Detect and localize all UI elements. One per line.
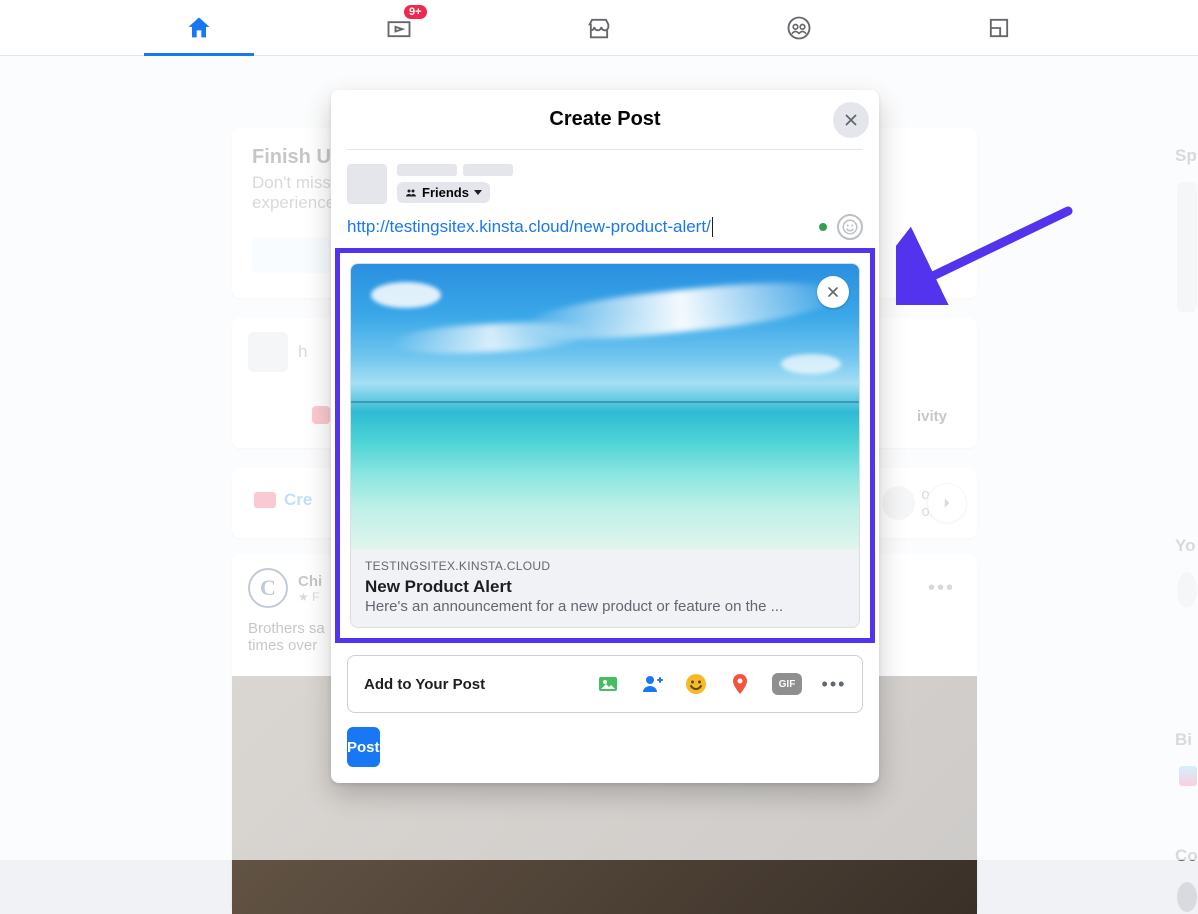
marketplace-icon [585,14,613,42]
create-post-modal: Create Post Friends http://testingsitex.… [331,90,879,783]
nav-marketplace[interactable] [544,1,654,55]
author-avatar [347,164,387,204]
remove-preview-button[interactable] [817,276,849,308]
close-icon [825,284,841,300]
preview-title: New Product Alert [365,577,845,597]
compose-text: http://testingsitex.kinsta.cloud/new-pro… [347,217,711,236]
location-icon [728,672,752,696]
close-button[interactable] [833,102,869,138]
preview-description: Here's an announcement for a new product… [365,598,845,615]
preview-domain: TESTINGSITEX.KINSTA.CLOUD [365,559,845,573]
gaming-icon [985,14,1013,42]
add-to-post-label: Add to Your Post [364,676,485,693]
groups-icon [785,14,813,42]
feeling-button[interactable] [684,672,708,696]
status-dot [819,223,827,231]
watch-badge: 9+ [404,5,427,19]
nav-home[interactable] [144,1,254,55]
nav-groups[interactable] [744,1,854,55]
tag-people-icon [640,672,664,696]
text-cursor [712,217,713,237]
add-photo-button[interactable] [596,672,620,696]
contacts-thumb [1177,882,1197,912]
top-nav: 9+ [0,0,1198,56]
link-preview-highlight: TESTINGSITEX.KINSTA.CLOUD New Product Al… [335,248,875,643]
emoji-icon [841,218,859,236]
post-button-label: Post [347,739,380,756]
author-name-redacted-2 [463,164,513,176]
emoji-button[interactable] [837,214,863,240]
link-preview-image [351,264,859,549]
add-to-post-box: Add to Your Post GIF ••• [347,655,863,713]
home-icon [185,14,213,42]
nav-gaming[interactable] [944,1,1054,55]
audience-selector[interactable]: Friends [397,182,490,203]
photo-icon [596,672,620,696]
compose-textarea[interactable]: http://testingsitex.kinsta.cloud/new-pro… [347,217,713,238]
close-icon [842,111,860,129]
checkin-button[interactable] [728,672,752,696]
gif-button[interactable]: GIF [772,673,802,695]
modal-title: Create Post [549,108,660,131]
gif-label: GIF [779,679,796,690]
friends-icon [405,187,417,199]
author-row: Friends [331,150,879,208]
feeling-icon [684,672,708,696]
link-preview-card: TESTINGSITEX.KINSTA.CLOUD New Product Al… [350,263,860,628]
audience-label: Friends [422,185,469,200]
more-options-button[interactable]: ••• [822,672,846,696]
chevron-down-icon [474,190,482,195]
tag-people-button[interactable] [640,672,664,696]
nav-watch[interactable]: 9+ [344,1,454,55]
author-name-redacted [397,164,457,176]
post-button[interactable]: Post [347,727,380,767]
